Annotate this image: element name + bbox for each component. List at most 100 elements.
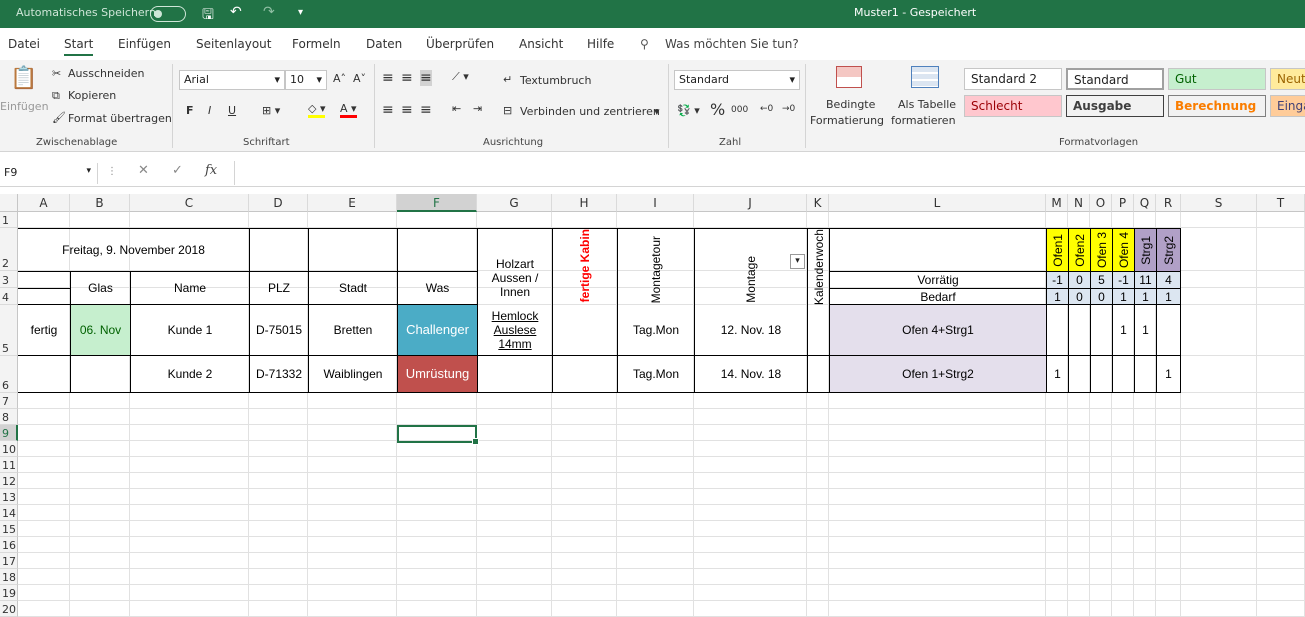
cut-button[interactable]: Ausschneiden	[68, 67, 145, 80]
vorraetig-ofen2[interactable]: 0	[1068, 271, 1090, 288]
row-header-10[interactable]: 10	[0, 441, 18, 457]
tab-start[interactable]: Start	[64, 37, 94, 56]
column-header-k[interactable]: K	[807, 194, 829, 212]
cell-m5[interactable]	[1046, 305, 1068, 356]
merge-center-icon[interactable]: ⊟	[503, 104, 512, 117]
row-header-2[interactable]: 2	[0, 228, 18, 271]
fill-color-icon[interactable]: ◇ ▾	[308, 102, 326, 118]
cell-a4[interactable]	[18, 288, 70, 305]
vorraetig-strg1[interactable]: 11	[1134, 271, 1156, 288]
row-header-17[interactable]: 17	[0, 553, 18, 569]
header-ofen2[interactable]: Ofen2	[1068, 228, 1090, 271]
row-header-5[interactable]: 5	[0, 305, 18, 356]
cell-o6[interactable]	[1090, 356, 1112, 393]
column-header-h[interactable]: H	[552, 194, 617, 212]
cell-n6[interactable]	[1068, 356, 1090, 393]
tab-daten[interactable]: Daten	[366, 37, 402, 51]
orientation-icon[interactable]: ⟋ ▾	[452, 70, 469, 84]
column-header-m[interactable]: M	[1046, 194, 1068, 212]
conditional-formatting-label-2[interactable]: Formatierung	[810, 114, 884, 127]
style-eingabe[interactable]: Einga	[1270, 95, 1305, 117]
merge-center-button[interactable]: Verbinden und zentrieren	[520, 105, 660, 118]
column-header-p[interactable]: P	[1112, 194, 1134, 212]
name-box[interactable]: F9 ▾	[0, 163, 98, 184]
format-as-table-icon[interactable]	[911, 66, 939, 88]
style-gut[interactable]: Gut	[1168, 68, 1266, 90]
cell-h6[interactable]	[552, 356, 617, 393]
shrink-font-icon[interactable]: A˅	[353, 72, 366, 85]
column-header-b[interactable]: B	[70, 194, 130, 212]
cell-p5[interactable]: 1	[1112, 305, 1134, 356]
quick-access-chevron-icon[interactable]: ▾	[298, 7, 303, 18]
row-header-12[interactable]: 12	[0, 473, 18, 489]
vorraetig-ofen1[interactable]: -1	[1046, 271, 1068, 288]
column-header-d[interactable]: D	[249, 194, 308, 212]
align-center-icon[interactable]: ≡	[401, 102, 413, 118]
bedarf-ofen2[interactable]: 0	[1068, 288, 1090, 305]
cell-m6[interactable]: 1	[1046, 356, 1068, 393]
cell-b5-glas[interactable]: 06. Nov	[70, 305, 130, 356]
bedarf-ofen3[interactable]: 0	[1090, 288, 1112, 305]
style-schlecht[interactable]: Schlecht	[964, 95, 1062, 117]
row-header-19[interactable]: 19	[0, 585, 18, 601]
select-all-corner[interactable]	[0, 194, 18, 212]
header-name[interactable]: Name	[130, 271, 249, 305]
vorraetig-ofen3[interactable]: 5	[1090, 271, 1112, 288]
cell-d6-plz[interactable]: D-71332	[249, 356, 308, 393]
column-header-n[interactable]: N	[1068, 194, 1090, 212]
filter-dropdown-icon[interactable]: ▾	[790, 254, 805, 269]
style-berechnung[interactable]: Berechnung	[1168, 95, 1266, 117]
column-header-l[interactable]: L	[829, 194, 1046, 212]
copy-icon[interactable]: ⧉	[52, 89, 60, 103]
cell-k5[interactable]	[807, 305, 829, 356]
cancel-icon[interactable]: ✕	[138, 163, 149, 178]
bedarf-strg1[interactable]: 1	[1134, 288, 1156, 305]
row-header-13[interactable]: 13	[0, 489, 18, 505]
cell-r5[interactable]	[1156, 305, 1181, 356]
cell-e6-stadt[interactable]: Waiblingen	[308, 356, 397, 393]
header-ofen1[interactable]: Ofen1	[1046, 228, 1068, 271]
wrap-text-icon[interactable]: ↵	[503, 73, 512, 86]
style-standard[interactable]: Standard	[1066, 68, 1164, 90]
redo-icon[interactable]: ↷	[263, 4, 275, 20]
row-header-4[interactable]: 4	[0, 288, 18, 305]
thousands-button[interactable]: 000	[731, 105, 748, 115]
column-header-o[interactable]: O	[1090, 194, 1112, 212]
align-middle-icon[interactable]: ≡	[401, 70, 413, 86]
header-kalenderwoche[interactable]: Kalenderwoch	[807, 228, 829, 305]
search-icon[interactable]: ⚲	[640, 37, 649, 51]
row-header-6[interactable]: 6	[0, 356, 18, 393]
cell-l2[interactable]	[829, 228, 1046, 271]
column-header-s[interactable]: S	[1181, 194, 1257, 212]
cell-p6[interactable]	[1112, 356, 1134, 393]
italic-button[interactable]: I	[208, 104, 211, 117]
format-as-table-label-1[interactable]: Als Tabelle	[898, 98, 956, 111]
formula-input[interactable]	[234, 161, 1305, 185]
column-header-a[interactable]: A	[18, 194, 70, 212]
cell-a5-status[interactable]: fertig	[18, 305, 70, 356]
column-header-e[interactable]: E	[308, 194, 397, 212]
cell-c6-name[interactable]: Kunde 2	[130, 356, 249, 393]
grow-font-icon[interactable]: A˄	[333, 72, 346, 85]
row-header-11[interactable]: 11	[0, 457, 18, 473]
cell-g6[interactable]	[477, 356, 552, 393]
conditional-formatting-icon[interactable]	[836, 66, 862, 88]
column-header-g[interactable]: G	[477, 194, 552, 212]
tab-ueberpruefen[interactable]: Überprüfen	[426, 37, 494, 51]
align-bottom-icon[interactable]: ≡	[420, 70, 432, 86]
tab-formeln[interactable]: Formeln	[292, 37, 341, 51]
align-right-icon[interactable]: ≡	[420, 102, 432, 118]
paste-icon[interactable]: 📋	[10, 66, 37, 91]
tab-seitenlayout[interactable]: Seitenlayout	[196, 37, 271, 51]
cell-f5-was[interactable]: Challenger	[397, 305, 477, 356]
column-header-j[interactable]: J	[694, 194, 807, 212]
cell-j5-montage[interactable]: 12. Nov. 18	[694, 305, 807, 356]
style-ausgabe[interactable]: Ausgabe	[1066, 95, 1164, 117]
header-montagetour[interactable]: Montagetour	[617, 228, 694, 305]
bedarf-strg2[interactable]: 1	[1156, 288, 1181, 305]
header-ofen4[interactable]: Ofen 4	[1112, 228, 1134, 271]
column-header-q[interactable]: Q	[1134, 194, 1156, 212]
align-top-icon[interactable]: ≡	[382, 70, 394, 86]
cell-h5[interactable]	[552, 305, 617, 356]
cell-c5-name[interactable]: Kunde 1	[130, 305, 249, 356]
